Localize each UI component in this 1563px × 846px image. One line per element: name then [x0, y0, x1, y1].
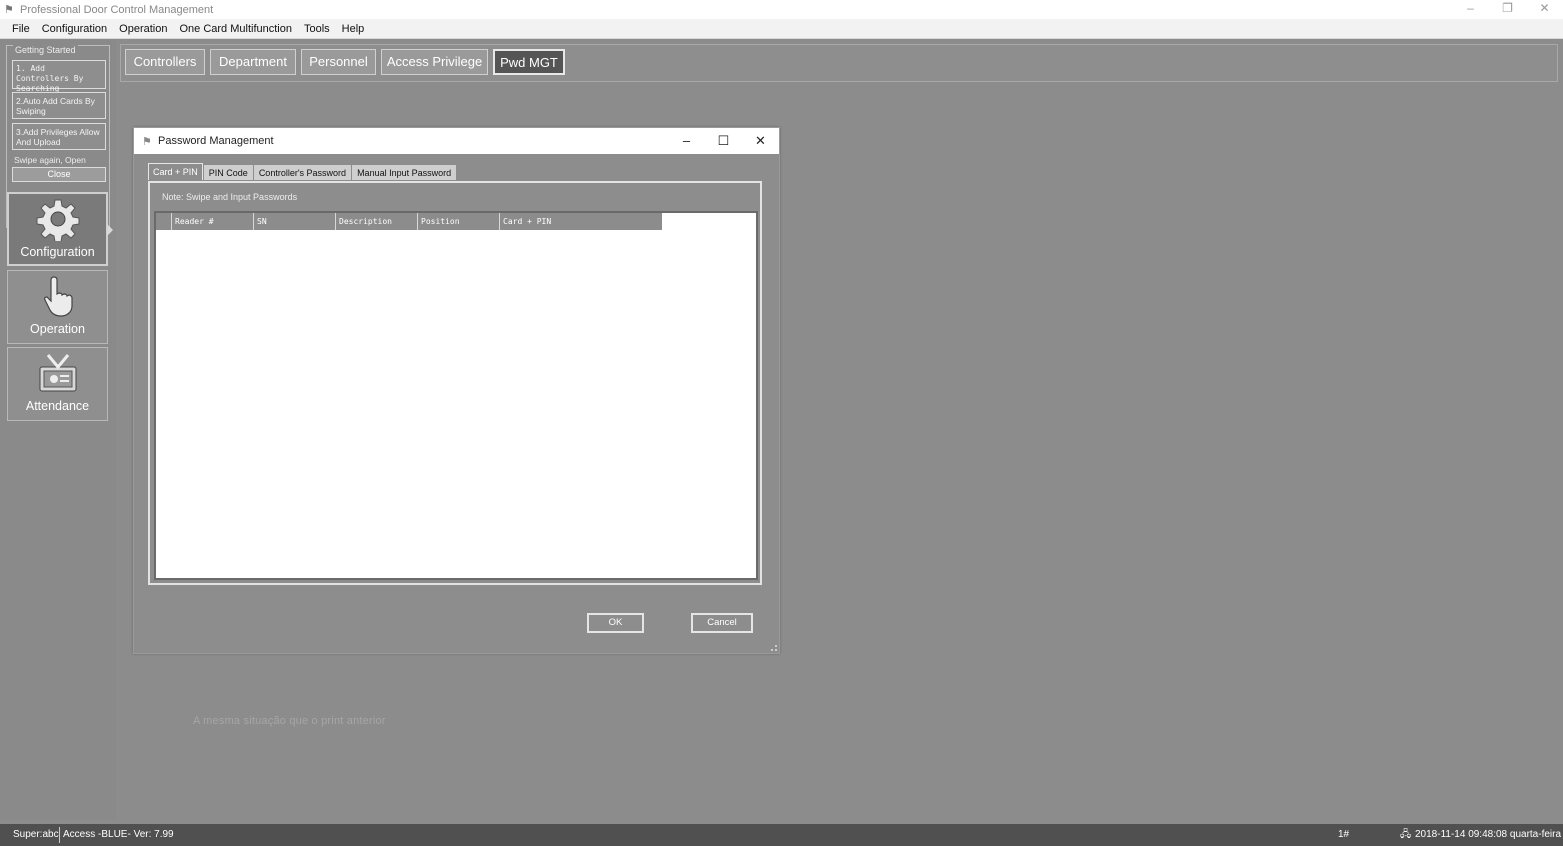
tab-controllers-password[interactable]: Controller's Password: [253, 165, 352, 180]
window-title: Professional Door Control Management: [20, 3, 214, 16]
cancel-button[interactable]: Cancel: [691, 613, 753, 633]
column-position[interactable]: Position: [418, 213, 500, 230]
column-description[interactable]: Description: [336, 213, 418, 230]
tab-panel-card-pin: Note: Swipe and Input Passwords Reader #…: [148, 181, 762, 585]
access-privilege-button[interactable]: Access Privilege: [381, 49, 488, 75]
swipe-note: Note: Swipe and Input Passwords: [162, 192, 298, 202]
title-bar: ⚑ Professional Door Control Management –…: [0, 0, 1563, 19]
maximize-icon[interactable]: ☐: [705, 128, 742, 154]
app-logo-icon: ⚑: [142, 135, 152, 148]
nav-operation[interactable]: Operation: [7, 270, 108, 344]
getting-started-legend: Getting Started: [13, 45, 78, 55]
tab-manual-input-password[interactable]: Manual Input Password: [352, 165, 457, 180]
card-pin-table[interactable]: Reader # SN Description Position Card + …: [154, 211, 758, 580]
gear-icon: [9, 194, 106, 244]
table-header: Reader # SN Description Position Card + …: [156, 213, 662, 230]
minimize-icon[interactable]: –: [668, 128, 705, 154]
dialog-tabs: Card + PIN PIN Code Controller's Passwor…: [148, 163, 457, 181]
dialog-title-bar: ⚑ Password Management – ☐ ✕: [134, 128, 779, 154]
menu-file[interactable]: File: [6, 19, 36, 39]
getting-started-close-button[interactable]: Close: [12, 167, 106, 182]
menu-tools[interactable]: Tools: [298, 19, 336, 39]
row-selector-header: [156, 213, 172, 230]
auto-add-cards-button[interactable]: 2.Auto Add Cards By Swiping: [12, 92, 106, 119]
personnel-button[interactable]: Personnel: [301, 49, 376, 75]
close-icon[interactable]: ✕: [1526, 0, 1563, 19]
column-sn[interactable]: SN: [254, 213, 336, 230]
nav-operation-label: Operation: [30, 322, 85, 336]
minimize-icon[interactable]: –: [1452, 0, 1489, 19]
nav-configuration[interactable]: Configuration: [7, 192, 113, 266]
status-version: Access -BLUE- Ver: 7.99: [63, 829, 174, 840]
tab-pin-code[interactable]: PIN Code: [203, 165, 253, 180]
menu-configuration[interactable]: Configuration: [36, 19, 113, 39]
network-icon: 🖧: [1400, 829, 1412, 840]
active-arrow-icon: [107, 224, 113, 236]
column-reader[interactable]: Reader #: [172, 213, 254, 230]
nav-configuration-label: Configuration: [20, 245, 95, 259]
status-user: Super:abc: [13, 829, 59, 840]
add-controllers-button[interactable]: 1. Add Controllers By Searching: [12, 60, 106, 93]
status-bar: Super:abc Access -BLUE- Ver: 7.99 1# 🖧 2…: [0, 824, 1563, 846]
restore-icon[interactable]: ❐: [1489, 0, 1526, 19]
window-controls: – ❐ ✕: [1452, 0, 1563, 19]
dialog-window-controls: – ☐ ✕: [668, 128, 779, 154]
ok-button[interactable]: OK: [587, 613, 644, 633]
tab-card-pin[interactable]: Card + PIN: [148, 163, 203, 180]
hand-pointer-icon: [8, 271, 107, 321]
password-management-dialog: ⚑ Password Management – ☐ ✕ Card + PIN P…: [133, 127, 780, 654]
controllers-button[interactable]: Controllers: [125, 49, 205, 75]
nav-attendance-label: Attendance: [25, 399, 90, 413]
nav-attendance[interactable]: Attendance: [7, 347, 108, 421]
pwd-mgt-button[interactable]: Pwd MGT: [493, 49, 565, 75]
menu-one-card-multifunction[interactable]: One Card Multifunction: [173, 19, 298, 39]
menu-bar: File Configuration Operation One Card Mu…: [0, 19, 1563, 39]
left-panel: Getting Started 1. Add Controllers By Se…: [0, 40, 116, 820]
close-icon[interactable]: ✕: [742, 128, 779, 154]
department-button[interactable]: Department: [210, 49, 296, 75]
app-logo-icon: ⚑: [4, 3, 14, 16]
column-card-pin[interactable]: Card + PIN: [500, 213, 662, 230]
status-datetime: 2018-11-14 09:48:08 quarta-feira: [1415, 829, 1562, 840]
swipe-hint: Swipe again, Open: [14, 155, 86, 165]
toolbar: Controllers Department Personnel Access …: [120, 44, 1558, 82]
status-index: 1#: [1338, 829, 1350, 840]
status-separator: [59, 827, 60, 843]
overlay-caption: A mesma situação que o print anterior: [193, 715, 386, 727]
attendance-icon: [8, 348, 107, 398]
menu-operation[interactable]: Operation: [113, 19, 173, 39]
add-privileges-button[interactable]: 3.Add Privileges Allow And Upload: [12, 123, 106, 150]
menu-help[interactable]: Help: [336, 19, 371, 39]
resize-grip-icon[interactable]: [771, 645, 777, 651]
dialog-title: Password Management: [158, 135, 274, 147]
